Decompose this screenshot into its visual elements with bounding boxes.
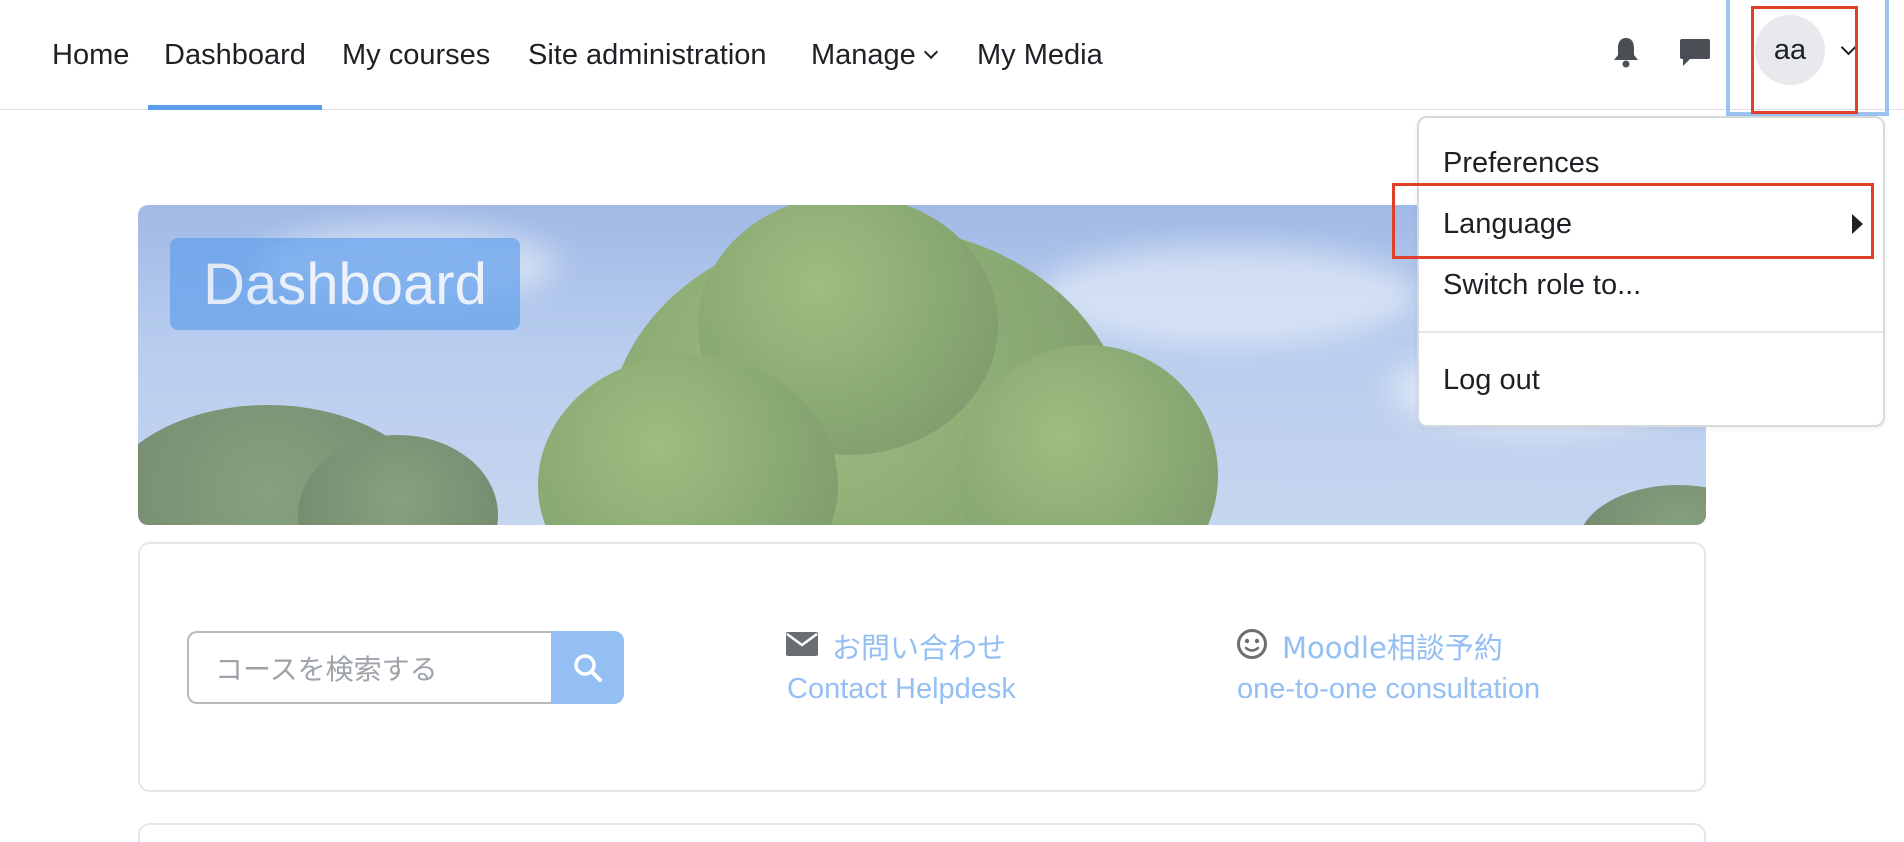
page-title: Dashboard	[170, 238, 520, 330]
one-to-one-consultation-link[interactable]: one-to-one consultation	[1237, 673, 1540, 706]
language-highlight-box	[1392, 183, 1874, 259]
smile-icon	[1237, 629, 1267, 659]
chat-icon	[1680, 39, 1710, 66]
bell-icon	[1614, 38, 1638, 68]
contact-link-jp[interactable]: お問い合わせ	[832, 625, 1006, 667]
search-button[interactable]	[551, 631, 624, 704]
notifications-button[interactable]	[1604, 30, 1648, 74]
menu-item-logout[interactable]: Log out	[1419, 352, 1883, 408]
nav-home[interactable]: Home	[52, 0, 129, 110]
nav-my-courses[interactable]: My courses	[342, 0, 490, 110]
next-card	[138, 823, 1706, 842]
top-navbar: Home Dashboard My courses Site administr…	[0, 0, 1904, 110]
nav-my-media[interactable]: My Media	[977, 0, 1103, 110]
menu-item-switch-role[interactable]: Switch role to...	[1419, 257, 1883, 313]
consultation-link-jp[interactable]: Moodle相談予約	[1282, 625, 1503, 667]
nav-site-administration[interactable]: Site administration	[528, 0, 767, 110]
envelope-icon	[786, 632, 818, 656]
menu-divider	[1419, 331, 1883, 333]
user-menu-dropdown: Preferences Language Switch role to... L…	[1417, 116, 1885, 427]
chevron-down-icon	[923, 44, 938, 60]
search-icon	[573, 653, 602, 682]
contact-helpdesk-link[interactable]: Contact Helpdesk	[787, 673, 1016, 706]
avatar-highlight-box	[1751, 6, 1858, 114]
nav-manage[interactable]: Manage	[811, 0, 938, 110]
nav-dashboard[interactable]: Dashboard	[148, 0, 322, 110]
messages-button[interactable]	[1673, 30, 1717, 74]
course-search-input[interactable]: コースを検索する	[187, 631, 553, 704]
